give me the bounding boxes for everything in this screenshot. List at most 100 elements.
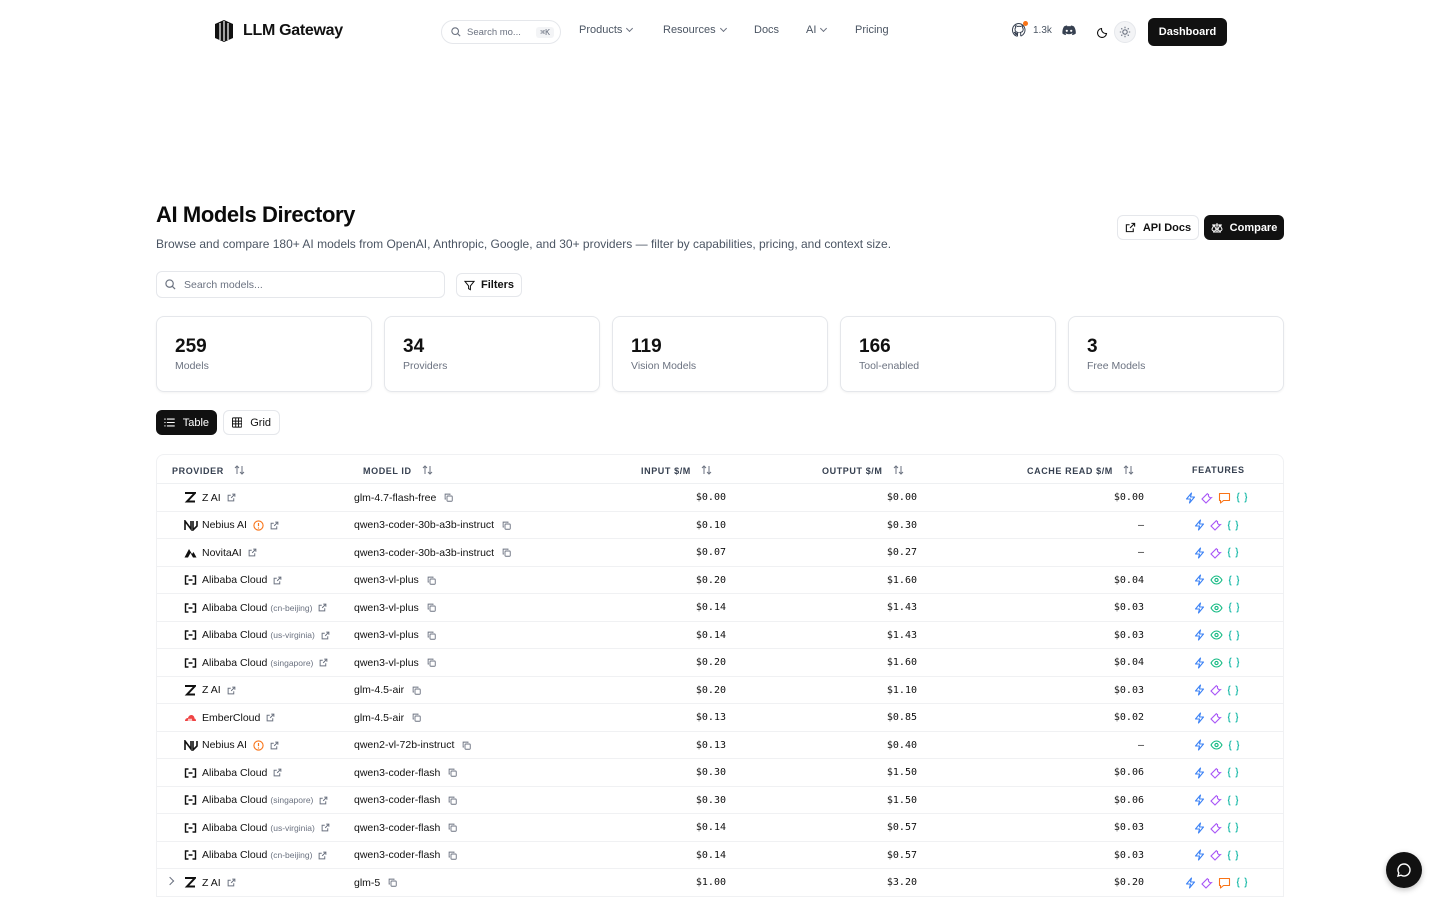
external-link-icon[interactable]	[318, 603, 327, 612]
external-link-icon[interactable]	[227, 686, 236, 695]
col-cache-read-price[interactable]: CACHE READ $/M	[1027, 465, 1134, 477]
model-id[interactable]: qwen3-vl-plus	[354, 602, 419, 614]
nav-resources[interactable]: Resources	[663, 24, 754, 36]
model-id[interactable]: glm-4.7-flash-free	[354, 492, 436, 504]
table-row[interactable]: Alibaba Cloud (us-virginia) qwen3-vl-plus $…	[157, 622, 1283, 649]
expand-row-chevron-icon[interactable]	[165, 876, 175, 886]
warning-icon[interactable]	[253, 519, 264, 531]
model-id[interactable]: qwen3-vl-plus	[354, 657, 419, 669]
col-input-price[interactable]: INPUT $/M	[641, 465, 712, 477]
copy-icon[interactable]	[448, 796, 458, 805]
model-id[interactable]: glm-4.5-air	[354, 712, 404, 724]
provider-name[interactable]: Nebius AI	[202, 739, 247, 751]
model-id[interactable]: qwen3-coder-flash	[354, 767, 440, 779]
external-link-icon[interactable]	[273, 576, 282, 585]
provider-name[interactable]: Alibaba Cloud	[202, 657, 267, 669]
provider-name[interactable]: Alibaba Cloud	[202, 822, 267, 834]
dark-mode-button[interactable]	[1092, 21, 1114, 43]
provider-name[interactable]: EmberCloud	[202, 712, 260, 724]
copy-icon[interactable]	[427, 576, 436, 585]
external-link-icon[interactable]	[227, 493, 236, 502]
table-row[interactable]: Nebius AI qwen3-coder-30b-a3b-instruct $0.…	[157, 512, 1283, 539]
model-search-input[interactable]	[184, 278, 424, 291]
copy-icon[interactable]	[448, 823, 458, 832]
model-id[interactable]: qwen3-coder-flash	[354, 822, 440, 834]
table-row[interactable]: Z AI glm-4.5-air $0.20 $1.10 $0.03	[157, 677, 1283, 704]
col-output-price[interactable]: OUTPUT $/M	[822, 465, 904, 477]
external-link-icon[interactable]	[318, 851, 327, 860]
model-id[interactable]: qwen3-vl-plus	[354, 574, 419, 586]
copy-icon[interactable]	[448, 768, 458, 777]
copy-icon[interactable]	[502, 548, 511, 557]
light-mode-button[interactable]	[1114, 21, 1136, 43]
dashboard-button[interactable]: Dashboard	[1148, 18, 1227, 46]
nav-ai[interactable]: AI	[806, 24, 855, 36]
external-link-icon[interactable]	[270, 741, 279, 750]
nav-products[interactable]: Products	[579, 24, 663, 36]
table-row[interactable]: Alibaba Cloud qwen3-coder-flash $0.30 $1.50…	[157, 759, 1283, 787]
table-row[interactable]: Alibaba Cloud (singapore) qwen3-vl-plus $0.…	[157, 649, 1283, 677]
theme-toggle[interactable]	[1092, 20, 1138, 44]
provider-name[interactable]: Alibaba Cloud	[202, 794, 267, 806]
table-view-button[interactable]: Table	[156, 410, 217, 435]
external-link-icon[interactable]	[321, 631, 330, 640]
provider-name[interactable]: Alibaba Cloud	[202, 602, 267, 614]
external-link-icon[interactable]	[319, 796, 328, 805]
table-row[interactable]: Alibaba Cloud (cn-beijing) qwen3-vl-plus $0…	[157, 594, 1283, 622]
api-docs-button[interactable]: API Docs	[1117, 215, 1199, 240]
model-id[interactable]: qwen3-coder-flash	[354, 849, 440, 861]
external-link-icon[interactable]	[319, 658, 328, 667]
table-row[interactable]: Z AI glm-4.7-flash-free $0.00 $0.00 $0.00	[157, 484, 1283, 512]
col-model-id[interactable]: MODEL ID	[363, 465, 433, 477]
copy-icon[interactable]	[412, 713, 421, 722]
table-row[interactable]: Alibaba Cloud (us-virginia) qwen3-coder-fl…	[157, 814, 1283, 842]
model-id[interactable]: qwen3-coder-flash	[354, 794, 440, 806]
chat-button[interactable]	[1386, 852, 1422, 888]
col-provider[interactable]: PROVIDER	[172, 465, 245, 477]
copy-icon[interactable]	[388, 878, 397, 887]
provider-name[interactable]: Alibaba Cloud	[202, 849, 267, 861]
provider-name[interactable]: NovitaAI	[202, 547, 242, 559]
table-row[interactable]: Alibaba Cloud qwen3-vl-plus $0.20 $1.60 $0.0…	[157, 567, 1283, 594]
copy-icon[interactable]	[427, 658, 436, 667]
external-link-icon[interactable]	[273, 768, 282, 777]
table-row[interactable]: Nebius AI qwen2-vl-72b-instruct $0.13 $0.40…	[157, 732, 1283, 759]
table-row[interactable]: Z AI glm-5 $1.00 $3.20 $0.20	[157, 869, 1283, 897]
warning-icon[interactable]	[253, 739, 264, 751]
external-link-icon[interactable]	[227, 878, 236, 887]
nav-search-button[interactable]: Search mo... ⌘K	[441, 20, 561, 44]
filters-button[interactable]: Filters	[456, 273, 522, 297]
copy-icon[interactable]	[412, 686, 421, 695]
external-link-icon[interactable]	[266, 713, 275, 722]
nav-pricing[interactable]: Pricing	[855, 24, 889, 36]
table-row[interactable]: EmberCloud glm-4.5-air $0.13 $0.85 $0.02	[157, 704, 1283, 732]
brand-logo[interactable]: LLM Gateway	[213, 19, 343, 43]
nav-docs[interactable]: Docs	[754, 24, 806, 36]
github-stars-link[interactable]: 1.3k	[1011, 21, 1052, 38]
copy-icon[interactable]	[427, 631, 436, 640]
provider-name[interactable]: Z AI	[202, 492, 221, 504]
provider-name[interactable]: Alibaba Cloud	[202, 629, 267, 641]
model-id[interactable]: glm-5	[354, 877, 380, 889]
model-id[interactable]: qwen3-vl-plus	[354, 629, 419, 641]
copy-icon[interactable]	[462, 741, 472, 750]
grid-view-button[interactable]: Grid	[223, 410, 280, 435]
external-link-icon[interactable]	[270, 521, 279, 530]
provider-name[interactable]: Nebius AI	[202, 519, 247, 531]
model-id[interactable]: glm-4.5-air	[354, 684, 404, 696]
table-row[interactable]: Alibaba Cloud (singapore) qwen3-coder-flas…	[157, 787, 1283, 814]
provider-name[interactable]: Z AI	[202, 877, 221, 889]
copy-icon[interactable]	[448, 851, 458, 860]
compare-button[interactable]: Compare	[1204, 215, 1284, 240]
model-id[interactable]: qwen3-coder-30b-a3b-instruct	[354, 519, 494, 531]
external-link-icon[interactable]	[321, 823, 330, 832]
table-row[interactable]: Alibaba Cloud (cn-beijing) qwen3-coder-fla…	[157, 842, 1283, 869]
copy-icon[interactable]	[444, 493, 453, 502]
model-id[interactable]: qwen3-coder-30b-a3b-instruct	[354, 547, 494, 559]
provider-name[interactable]: Z AI	[202, 684, 221, 696]
external-link-icon[interactable]	[248, 548, 257, 557]
provider-name[interactable]: Alibaba Cloud	[202, 767, 267, 779]
provider-name[interactable]: Alibaba Cloud	[202, 574, 267, 586]
copy-icon[interactable]	[427, 603, 436, 612]
copy-icon[interactable]	[502, 521, 511, 530]
